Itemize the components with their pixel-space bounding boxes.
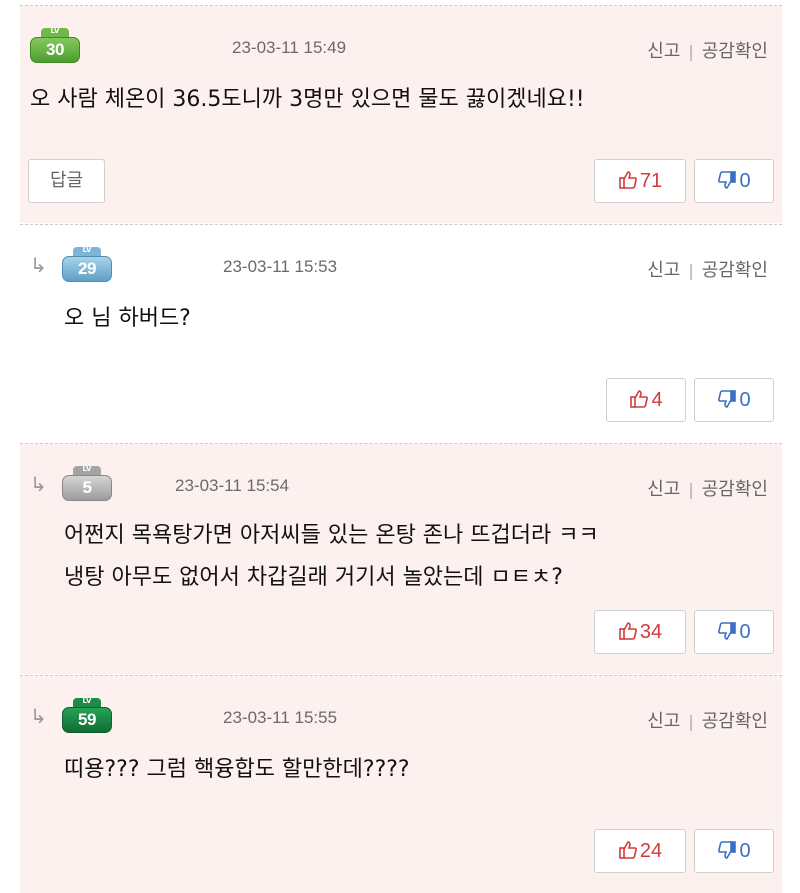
empathy-check-link[interactable]: 공감확인	[702, 41, 768, 62]
upvote-count: 4	[651, 389, 663, 411]
comment-actions: 신고 | 공감확인	[647, 707, 768, 733]
downvote-button[interactable]: 0	[694, 378, 774, 422]
comment-line: 오 사람 체온이 36.5도니까 3명만 있으면 물도 끓이겠네요!!	[30, 87, 585, 112]
separator: |	[688, 261, 694, 280]
separator: |	[688, 712, 694, 731]
level-number: 59	[78, 710, 96, 729]
separator: |	[688, 42, 694, 61]
comment-text: 오 사람 체온이 36.5도니까 3명만 있으면 물도 끓이겠네요!!	[30, 79, 585, 121]
level-number: 5	[82, 478, 92, 497]
report-link[interactable]: 신고	[647, 711, 680, 732]
comment-line: 냉탕 아무도 없어서 차갑길래 거기서 놀았는데 ㅁㅌㅊ?	[64, 565, 563, 590]
comment-meta: LV 30 23-03-11 15:49 신고 | 공감확인	[20, 27, 782, 68]
thumbs-up-icon	[619, 621, 637, 640]
comment-actions: 신고 | 공감확인	[647, 256, 768, 282]
comment: ↳ LV 5 23-03-11 15:54 신고 | 공감확인 어쩐지 목욕탕가면 …	[20, 444, 782, 674]
comment-actions: 신고 | 공감확인	[647, 37, 768, 63]
downvote-button[interactable]: 0	[694, 159, 774, 203]
report-link[interactable]: 신고	[647, 479, 680, 500]
upvote-button[interactable]: 4	[606, 378, 686, 422]
comment-meta: ↳ LV 5 23-03-11 15:54 신고 | 공감확인	[20, 465, 782, 506]
downvote-count: 0	[739, 170, 751, 192]
separator: |	[688, 480, 694, 499]
upvote-button[interactable]: 24	[594, 829, 686, 873]
report-link[interactable]: 신고	[647, 41, 680, 62]
comment: ↳ LV 59 23-03-11 15:55 신고 | 공감확인 띠용??? 그럼 …	[20, 676, 782, 893]
reply-arrow-icon: ↳	[30, 704, 47, 728]
timestamp: 23-03-11 15:49	[232, 38, 347, 57]
level-badge: LV 29	[62, 246, 112, 283]
comment: LV 30 23-03-11 15:49 신고 | 공감확인 오 사람 체온이 36…	[20, 6, 782, 223]
timestamp: 23-03-11 15:53	[223, 257, 338, 276]
downvote-count: 0	[739, 621, 751, 643]
level-badge: LV 59	[62, 697, 112, 734]
upvote-button[interactable]: 71	[594, 159, 686, 203]
level-tag: LV	[82, 246, 92, 254]
downvote-button[interactable]: 0	[694, 829, 774, 873]
empathy-check-link[interactable]: 공감확인	[702, 479, 768, 500]
downvote-count: 0	[739, 840, 751, 862]
empathy-check-link[interactable]: 공감확인	[702, 260, 768, 281]
thumbs-down-icon	[718, 389, 737, 408]
thumbs-up-icon	[619, 840, 637, 859]
thumbs-down-icon	[718, 840, 737, 859]
upvote-button[interactable]: 34	[594, 610, 686, 654]
downvote-button[interactable]: 0	[694, 610, 774, 654]
comment-line: 어쩐지 목욕탕가면 아저씨들 있는 온탕 존나 뜨겁더라 ㅋㅋ	[64, 523, 599, 548]
level-badge: LV 30	[30, 27, 80, 64]
comment-text: 띠용??? 그럼 핵융합도 할만한데????	[64, 749, 410, 791]
upvote-count: 71	[639, 170, 663, 192]
comment-text: 어쩐지 목욕탕가면 아저씨들 있는 온탕 존나 뜨겁더라 ㅋㅋ 냉탕 아무도 없…	[64, 515, 599, 599]
comment-text: 오 님 하버드?	[64, 298, 191, 340]
thumbs-down-icon	[718, 170, 737, 189]
reply-arrow-icon: ↳	[30, 472, 47, 496]
level-tag: LV	[82, 465, 92, 473]
reply-button[interactable]: 답글	[28, 159, 105, 203]
downvote-count: 0	[739, 389, 751, 411]
comment-line: 띠용??? 그럼 핵융합도 할만한데????	[64, 757, 410, 782]
comment-meta: ↳ LV 59 23-03-11 15:55 신고 | 공감확인	[20, 697, 782, 738]
timestamp: 23-03-11 15:55	[223, 708, 338, 727]
level-tag: LV	[82, 697, 92, 705]
level-tag: LV	[50, 27, 60, 35]
comment-meta: ↳ LV 29 23-03-11 15:53 신고 | 공감확인	[20, 246, 782, 287]
report-link[interactable]: 신고	[647, 260, 680, 281]
comment-actions: 신고 | 공감확인	[647, 475, 768, 501]
thumbs-down-icon	[718, 621, 737, 640]
reply-arrow-icon: ↳	[30, 253, 47, 277]
thumbs-up-icon	[630, 389, 649, 408]
timestamp: 23-03-11 15:54	[175, 476, 290, 495]
thumbs-up-icon	[619, 170, 637, 189]
upvote-count: 24	[639, 840, 663, 862]
comment-line: 오 님 하버드?	[64, 306, 191, 331]
level-number: 29	[78, 259, 96, 278]
level-number: 30	[46, 40, 64, 59]
upvote-count: 34	[639, 621, 663, 643]
level-badge: LV 5	[62, 465, 112, 502]
comment: ↳ LV 29 23-03-11 15:53 신고 | 공감확인 오 님 하버드? …	[20, 225, 782, 442]
empathy-check-link[interactable]: 공감확인	[702, 711, 768, 732]
